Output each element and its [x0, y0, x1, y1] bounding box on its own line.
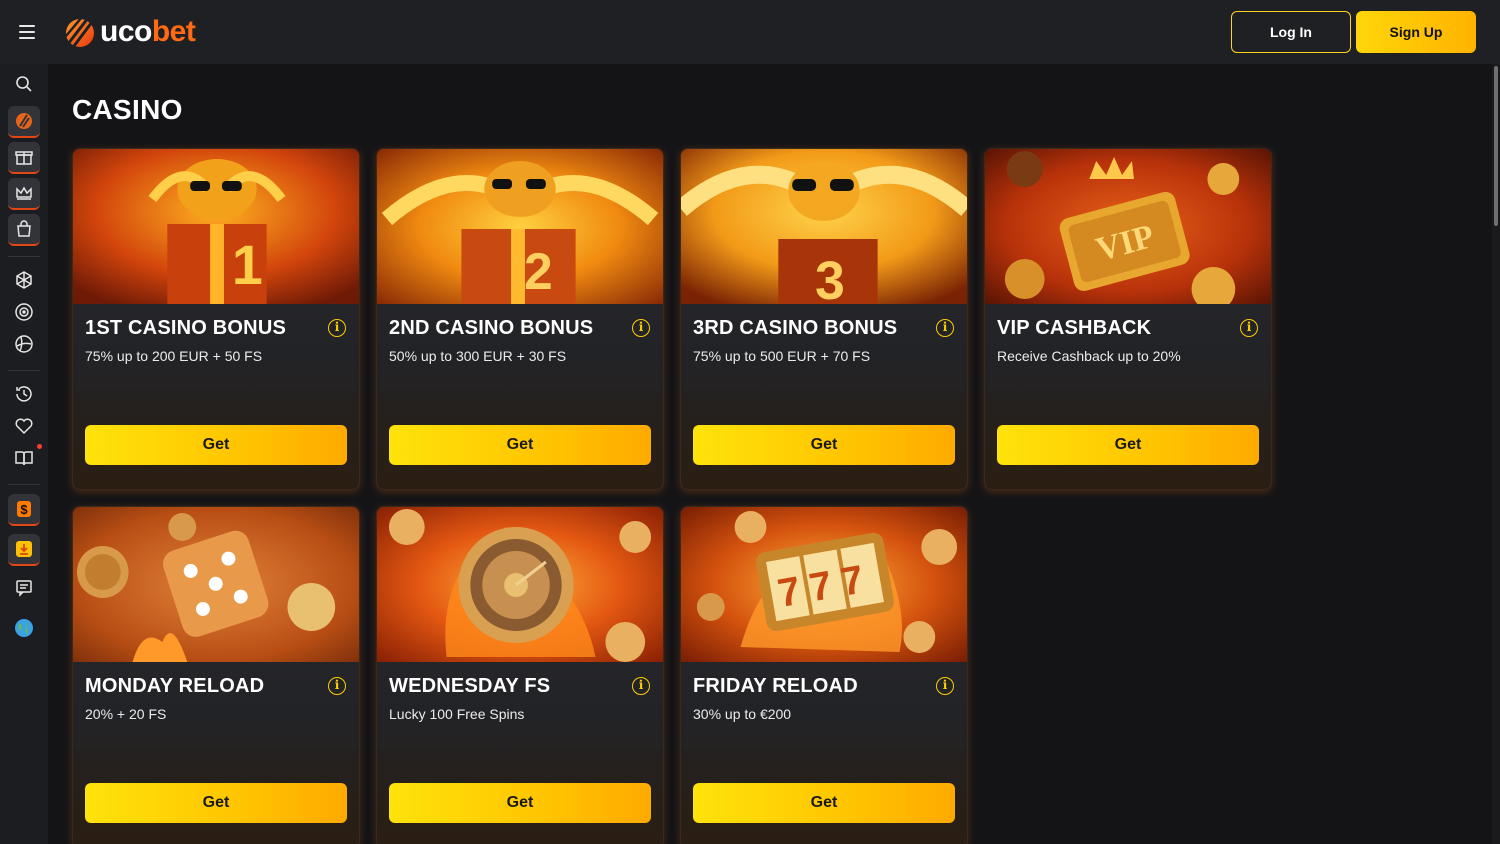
bonus-card[interactable]: MONDAY RELOAD i 20% + 20 FS Get	[72, 506, 360, 844]
bonus-card-subtitle: Receive Cashback up to 20%	[997, 348, 1181, 364]
signup-button[interactable]: Sign Up	[1356, 11, 1476, 53]
top-header: ucobet Log In Sign Up	[0, 0, 1500, 64]
get-bonus-button[interactable]: Get	[389, 425, 651, 465]
info-icon[interactable]: i	[632, 319, 650, 337]
get-bonus-button[interactable]: Get	[997, 425, 1259, 465]
scrollbar-thumb[interactable]	[1494, 66, 1498, 226]
bonus-card-subtitle: 75% up to 200 EUR + 50 FS	[85, 348, 263, 364]
brand-name: ucobet	[100, 15, 196, 49]
bonus-card-image: 2	[377, 149, 663, 304]
login-button[interactable]: Log In	[1231, 11, 1351, 53]
left-sidebar: $	[0, 64, 48, 844]
bonus-card-image	[377, 507, 663, 662]
info-icon[interactable]: i	[936, 677, 954, 695]
bonus-card-subtitle: 75% up to 500 EUR + 70 FS	[693, 348, 871, 364]
info-icon[interactable]: i	[936, 319, 954, 337]
info-icon[interactable]: i	[328, 677, 346, 695]
bonus-card-image: VIP	[985, 149, 1271, 304]
bonus-card-image: 3	[681, 149, 967, 304]
info-icon[interactable]: i	[1240, 319, 1258, 337]
get-bonus-button[interactable]: Get	[693, 425, 955, 465]
brand-name-part1: uco	[100, 15, 152, 48]
bonus-card-title: MONDAY RELOAD	[85, 675, 265, 697]
heart-icon[interactable]	[8, 410, 40, 442]
get-bonus-button[interactable]: Get	[693, 783, 955, 823]
bonus-card-image: 1	[73, 149, 359, 304]
bonus-card-subtitle: Lucky 100 Free Spins	[389, 706, 525, 722]
poker-chip-icon[interactable]	[8, 264, 40, 296]
download-icon[interactable]	[8, 534, 40, 566]
info-icon[interactable]: i	[632, 677, 650, 695]
card-image-number: 1	[232, 233, 263, 296]
bonus-card-subtitle: 30% up to €200	[693, 706, 792, 722]
bonus-card[interactable]: 3 3RD CASINO BONUS i 75% up to 500 EUR +…	[680, 148, 968, 490]
gift-icon[interactable]	[8, 142, 40, 174]
target-icon[interactable]	[8, 296, 40, 328]
brand-logo[interactable]: ucobet	[62, 12, 196, 52]
book-icon[interactable]	[8, 442, 42, 474]
hamburger-menu-icon[interactable]	[14, 20, 40, 44]
casino-icon[interactable]	[8, 106, 40, 138]
bonus-card-title: 3RD CASINO BONUS	[693, 317, 898, 339]
bonus-card[interactable]: VIP VIP CASHBACK i Receive Cashback up t…	[984, 148, 1272, 490]
get-bonus-button[interactable]: Get	[389, 783, 651, 823]
bonus-card-title: VIP CASHBACK	[997, 317, 1152, 339]
svg-text:$: $	[20, 502, 28, 517]
info-icon[interactable]: i	[328, 319, 346, 337]
bonus-card-title: 2ND CASINO BONUS	[389, 317, 594, 339]
bonus-card[interactable]: 777 FRIDAY RELOAD i 30% up to €200 Get	[680, 506, 968, 844]
get-bonus-button[interactable]: Get	[85, 425, 347, 465]
notification-dot	[37, 444, 42, 449]
brand-name-part2: bet	[151, 15, 196, 48]
card-image-number: 2	[524, 242, 553, 300]
bonus-card-subtitle: 50% up to 300 EUR + 30 FS	[389, 348, 567, 364]
crown-icon[interactable]	[8, 178, 40, 210]
get-bonus-button[interactable]: Get	[85, 783, 347, 823]
bonus-card[interactable]: WEDNESDAY FS i Lucky 100 Free Spins Get	[376, 506, 664, 844]
bonus-card-title: FRIDAY RELOAD	[693, 675, 858, 697]
card-image-number: 3	[815, 251, 845, 304]
bonus-card[interactable]: 2 2ND CASINO BONUS i 50% up to 300 EUR +…	[376, 148, 664, 490]
history-icon[interactable]	[8, 378, 40, 410]
chat-icon[interactable]	[8, 572, 40, 604]
search-icon[interactable]	[8, 68, 40, 100]
bonus-card[interactable]: 1 1ST CASINO BONUS i 75% up to 200 EUR +…	[72, 148, 360, 490]
shop-icon[interactable]	[8, 214, 40, 246]
sports-ball-icon[interactable]	[8, 328, 40, 360]
bonus-card-title: 1ST CASINO BONUS	[85, 317, 287, 339]
dollar-icon[interactable]: $	[8, 494, 40, 526]
globe-icon[interactable]	[8, 612, 40, 644]
bonus-card-title: WEDNESDAY FS	[389, 675, 551, 697]
page-title: CASINO	[72, 94, 183, 125]
bonus-card-image: 777	[681, 507, 967, 662]
bonus-card-image	[73, 507, 359, 662]
logo-mark-icon	[65, 16, 94, 47]
bonus-card-subtitle: 20% + 20 FS	[85, 706, 167, 722]
